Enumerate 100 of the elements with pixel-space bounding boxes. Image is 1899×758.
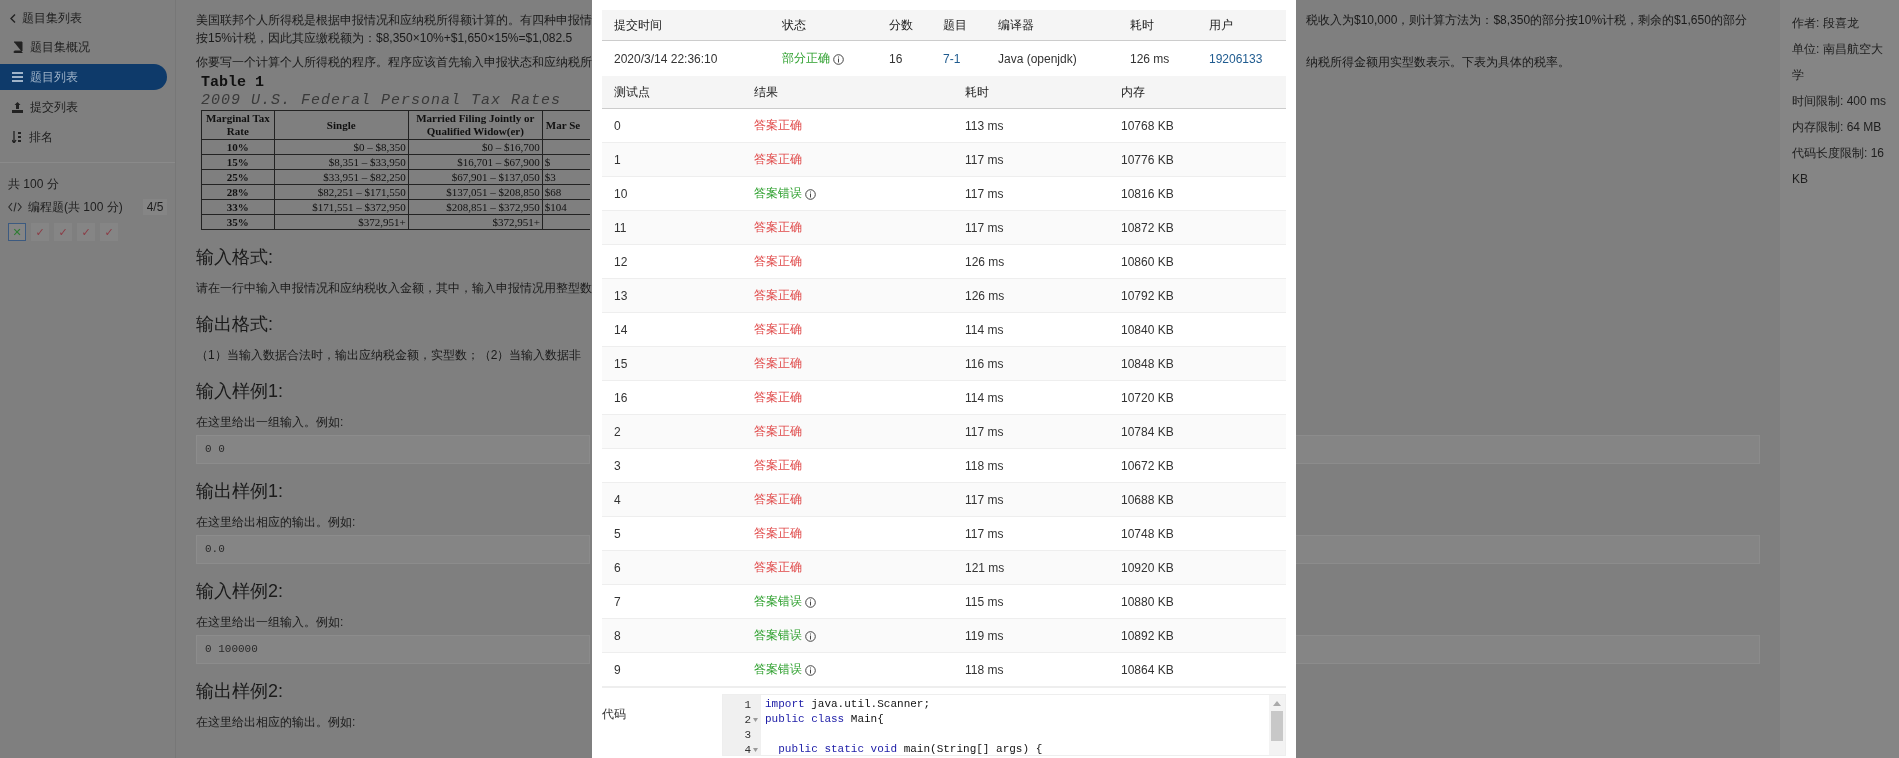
table-cell: $0 – $8,350 <box>274 139 409 155</box>
table-cell-text: 116 ms <box>964 356 1005 371</box>
field-label: 代码 <box>602 706 627 723</box>
table-cell-text: 10920 KB <box>1120 560 1175 575</box>
table-header-cell: Mar Se <box>542 110 590 140</box>
paragraph-text: 税收入为$10,000，则计算方法为：$8,350的部分按10%计税，剩余的$1,650的部分 <box>1306 13 1747 27</box>
table-cell-text: 10 <box>613 186 629 201</box>
table-cell-text: 10860 KB <box>1120 254 1175 269</box>
code-line: public class Main{ <box>765 713 884 725</box>
upload-icon <box>12 101 23 113</box>
table-cell: $208,851 – $372,950 <box>408 199 543 215</box>
table-cell-text: 2 <box>613 424 622 439</box>
table-cell-text: 6 <box>613 560 622 575</box>
table-cell-text: 12 <box>613 254 629 269</box>
table-cell-text: 114 ms <box>964 390 1005 405</box>
table-cell-text: 10864 KB <box>1120 662 1175 677</box>
paragraph-text: （1）当输入数据合法时，输出应纳税金额，实型数；（2）当输入数据非 <box>196 348 582 362</box>
table-cell-text: 10892 KB <box>1120 628 1175 643</box>
sidebar-item[interactable]: 提交列表 <box>0 94 167 120</box>
table-cell: $33,951 – $82,250 <box>274 169 409 185</box>
table-cell-text: Java (openjdk) <box>997 51 1078 66</box>
column-header: 内存 <box>1120 83 1146 101</box>
code-block: 0 0 <box>196 435 590 464</box>
table-cell: 25% <box>201 169 275 185</box>
result-text: 答案正确 <box>754 151 802 168</box>
table-header-cell: Single <box>274 110 409 140</box>
table-subtitle: 2009 U.S. Federal Personal Tax Rates <box>201 92 563 110</box>
table-cell-text: 117 ms <box>964 526 1005 541</box>
table-cell-text: 10748 KB <box>1120 526 1175 541</box>
table-cell: $372,951+ <box>274 214 409 230</box>
table-cell: $3 <box>544 171 556 183</box>
table-cell-text: 117 ms <box>964 492 1005 507</box>
table-cell: 28% <box>201 184 275 200</box>
table-cell-text: 10720 KB <box>1120 390 1175 405</box>
table-cell: $171,551 – $372,950 <box>274 199 409 215</box>
sort-icon <box>12 131 22 143</box>
table-cell: $67,901 – $137,050 <box>408 169 543 185</box>
table-cell-text: 119 ms <box>964 628 1005 643</box>
sidebar-item[interactable]: 排名 <box>0 124 167 150</box>
result-text: 答案错误 <box>754 627 802 644</box>
section-heading: 输入格式: <box>196 246 274 269</box>
table-cell: 33% <box>201 199 275 215</box>
table-cell: $8,351 – $33,950 <box>274 154 409 170</box>
table-cell-text: 121 ms <box>964 560 1006 575</box>
table-cell-text: 10816 KB <box>1120 186 1175 201</box>
scroll-up-icon <box>1273 701 1281 706</box>
table-cell-text: 4 <box>613 492 622 507</box>
scrollbar[interactable] <box>1269 695 1285 755</box>
section-heading: 输出样例2: <box>196 680 284 703</box>
result-text: 答案正确 <box>754 287 802 304</box>
list-icon <box>12 72 23 82</box>
table-cell-text: 113 ms <box>964 118 1005 133</box>
table-cell-text: 117 ms <box>964 186 1005 201</box>
table-cell-text: 10776 KB <box>1120 152 1175 167</box>
paragraph-text: 美国联邦个人所得税是根据申报情况和应纳税所得额计算的。有四种申报情 <box>196 13 592 27</box>
table-cell: $104 <box>544 201 567 213</box>
table-header-cell: Marginal Tax Rate <box>201 110 275 140</box>
column-header: 分数 <box>888 16 914 34</box>
result-text: 答案正确 <box>754 491 802 508</box>
column-header: 状态 <box>781 16 807 34</box>
table-cell-text: 15 <box>613 356 629 371</box>
result-text: 答案正确 <box>754 117 802 134</box>
result-text: 答案正确 <box>754 253 802 270</box>
table-cell-text: 126 ms <box>1129 51 1171 66</box>
info-text: 单位: 南昌航空大学 <box>1792 41 1884 84</box>
info-text: 时间限制: 400 ms <box>1792 93 1888 110</box>
result-text: 答案正确 <box>754 355 802 372</box>
section-heading: 输出格式: <box>196 313 274 336</box>
paragraph-text: 在这里给出相应的输出。例如: <box>196 515 356 529</box>
table-cell: $68 <box>544 186 562 198</box>
line-number: 3 <box>744 728 751 741</box>
table-cell: $137,051 – $208,850 <box>408 184 543 200</box>
sidebar-item[interactable]: 题目集概况 <box>0 34 167 60</box>
info-text: 内存限制: 64 MB <box>1792 119 1883 136</box>
result-text: 答案正确 <box>754 389 802 406</box>
sidebar-item[interactable]: 题目列表 <box>0 64 167 90</box>
user-link[interactable]: 19206133 <box>1209 51 1263 66</box>
info-icon <box>805 188 816 200</box>
table-header-cell: Married Filing Jointly or Qualified Widow(er) <box>408 110 543 140</box>
progress-count: 4/5 <box>142 199 168 215</box>
back-link[interactable]: 题目集列表 <box>0 6 175 30</box>
result-text: 答案错误 <box>754 593 802 610</box>
result-text: 答案正确 <box>754 321 802 338</box>
paragraph-text: 你要写一个计算个人所得税的程序。程序应该首先输入申报状态和应纳税所 <box>196 55 592 69</box>
section-heading: 输入样例1: <box>196 380 284 403</box>
table-cell: 35% <box>201 214 275 230</box>
table-cell-text: 117 ms <box>964 220 1005 235</box>
info-icon <box>833 53 844 65</box>
table-cell: $ <box>544 156 551 168</box>
table-cell-text: 10768 KB <box>1120 118 1175 133</box>
line-number: 2 <box>744 713 751 726</box>
table-cell-text: 8 <box>613 628 622 643</box>
table-cell-text: 1 <box>613 152 622 167</box>
column-header: 题目 <box>942 16 968 34</box>
table-cell-text: 16 <box>613 390 629 405</box>
column-header: 提交时间 <box>613 16 663 34</box>
paragraph-text: 纳税所得金额用实型数表示。下表为具体的税率。 <box>1306 55 1570 69</box>
fold-icon <box>752 747 758 752</box>
book-icon <box>12 41 23 53</box>
problem-link[interactable]: 7-1 <box>943 51 961 66</box>
